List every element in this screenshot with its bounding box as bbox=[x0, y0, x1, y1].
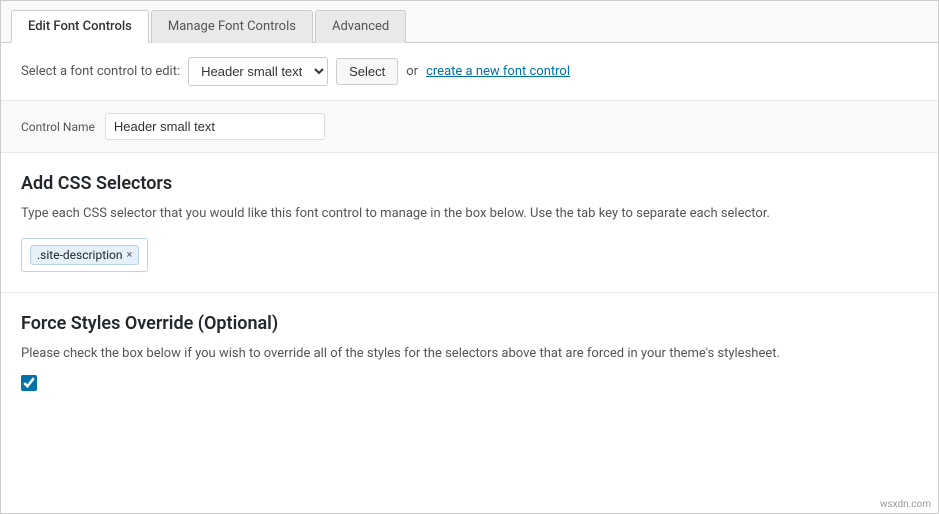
control-name-label: Control Name bbox=[21, 120, 95, 134]
control-name-row: Control Name bbox=[1, 101, 938, 153]
tab-bar: Edit Font Controls Manage Font Controls … bbox=[1, 1, 938, 43]
tab-advanced[interactable]: Advanced bbox=[315, 10, 406, 43]
selector-tag-text: .site-description bbox=[37, 248, 123, 262]
selector-tag: .site-description × bbox=[30, 245, 139, 265]
selector-tag-close-icon[interactable]: × bbox=[127, 249, 133, 260]
select-button[interactable]: Select bbox=[336, 58, 398, 85]
force-styles-description: Please check the box below if you wish t… bbox=[21, 344, 918, 364]
font-control-select[interactable]: Header small text bbox=[188, 57, 328, 86]
force-styles-checkbox[interactable] bbox=[21, 375, 37, 391]
main-content: Control Name Add CSS Selectors Type each… bbox=[1, 101, 938, 411]
page-wrapper: Edit Font Controls Manage Font Controls … bbox=[0, 0, 939, 514]
selector-tags-container[interactable]: .site-description × bbox=[21, 238, 148, 272]
tab-edit-font-controls[interactable]: Edit Font Controls bbox=[11, 10, 149, 43]
control-name-input[interactable] bbox=[105, 113, 325, 140]
force-styles-section: Force Styles Override (Optional) Please … bbox=[1, 293, 938, 412]
force-checkbox-wrapper bbox=[21, 375, 918, 391]
watermark: wsxdn.com bbox=[880, 499, 931, 510]
css-selectors-title: Add CSS Selectors bbox=[21, 173, 918, 194]
or-text: or bbox=[406, 64, 418, 79]
select-bar: Select a font control to edit: Header sm… bbox=[1, 43, 938, 101]
create-font-control-link[interactable]: create a new font control bbox=[426, 64, 570, 79]
tab-manage-font-controls[interactable]: Manage Font Controls bbox=[151, 10, 313, 43]
css-selectors-section: Add CSS Selectors Type each CSS selector… bbox=[1, 153, 938, 293]
select-label: Select a font control to edit: bbox=[21, 64, 180, 79]
css-selectors-description: Type each CSS selector that you would li… bbox=[21, 204, 918, 224]
force-styles-title: Force Styles Override (Optional) bbox=[21, 313, 918, 334]
